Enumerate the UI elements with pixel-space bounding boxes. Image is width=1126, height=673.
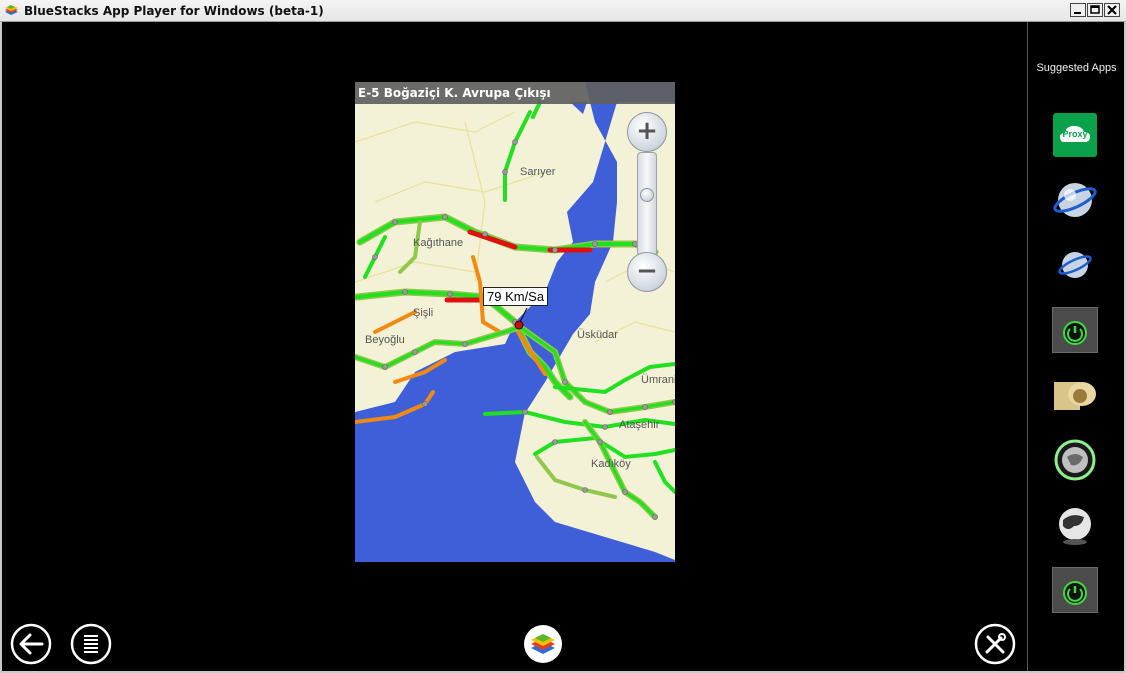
place-label: Kadıköy xyxy=(591,458,631,470)
power-app[interactable] xyxy=(1051,306,1099,354)
zoom-slider-track[interactable] xyxy=(637,152,657,256)
dark-globe-icon xyxy=(1059,508,1091,545)
position-marker xyxy=(514,320,524,330)
window-titlebar[interactable]: BlueStacks App Player for Windows (beta-… xyxy=(0,0,1126,22)
speed-bubble: 79 Km/Sa xyxy=(483,287,549,306)
minimize-button[interactable] xyxy=(1070,3,1086,17)
proxy-app[interactable]: Proxy xyxy=(1052,112,1098,158)
green-globe-icon xyxy=(1054,439,1096,481)
menu-icon xyxy=(84,635,98,653)
back-arrow-icon xyxy=(19,633,44,655)
settings-button[interactable] xyxy=(974,623,1016,665)
dark-globe-app[interactable] xyxy=(1052,502,1098,548)
green-globe-app[interactable] xyxy=(1052,437,1098,483)
gold-hands-app[interactable] xyxy=(1052,372,1098,418)
route-title: E-5 Boğaziçi K. Avrupa Çıkışı xyxy=(355,82,675,104)
home-button[interactable] xyxy=(522,623,564,665)
planet-browser-icon xyxy=(1053,183,1097,217)
place-label: Beyoğlu xyxy=(365,334,405,346)
menu-button[interactable] xyxy=(70,623,112,665)
place-label: Üsküdar xyxy=(577,329,618,341)
maximize-button[interactable] xyxy=(1087,3,1103,17)
zoom-out-button[interactable]: − xyxy=(627,252,667,292)
planet-browser-app[interactable] xyxy=(1052,177,1098,223)
maximize-icon xyxy=(1090,5,1100,14)
android-screen[interactable]: E-5 Boğaziçi K. Avrupa Çıkışı Sarıyer Ka… xyxy=(355,82,675,562)
sidebar-title: Suggested Apps xyxy=(1036,62,1117,74)
place-label: Kağıthane xyxy=(413,237,464,249)
proxy-label: Proxy xyxy=(1062,129,1088,139)
power-app-icon-2 xyxy=(1051,566,1099,614)
place-label: Ümraniye xyxy=(641,374,675,386)
back-button[interactable] xyxy=(10,623,52,665)
power-app-2[interactable] xyxy=(1051,566,1099,614)
zoom-slider-thumb[interactable] xyxy=(640,188,654,202)
close-icon xyxy=(1107,5,1117,15)
planet-browser-small-icon xyxy=(1058,252,1092,278)
zoom-in-button[interactable]: + xyxy=(627,112,667,152)
zoom-control: + − xyxy=(625,112,669,292)
place-label: Ataşehir xyxy=(619,419,660,431)
place-label: Sarıyer xyxy=(520,166,556,178)
bluestacks-logo-icon xyxy=(5,5,18,15)
power-app-icon xyxy=(1051,306,1099,354)
minimize-icon xyxy=(1074,12,1081,14)
suggested-apps-sidebar: Suggested Apps Proxy xyxy=(1027,22,1124,671)
close-button[interactable] xyxy=(1104,3,1120,17)
planet-browser-small-app[interactable] xyxy=(1052,242,1098,288)
place-label: Şişli xyxy=(413,307,434,319)
gold-hands-icon xyxy=(1054,382,1096,410)
window-title: BlueStacks App Player for Windows (beta-… xyxy=(24,4,324,18)
